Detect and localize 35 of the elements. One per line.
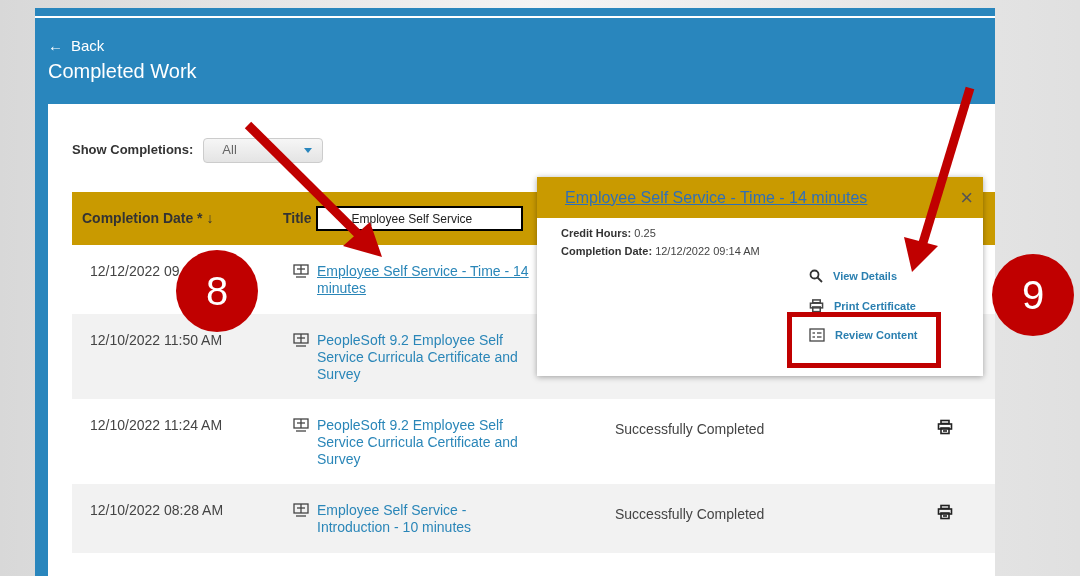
date-cell: 12/10/2022 11:50 AM [90,332,223,349]
status-cell: Successfully Completed [615,421,765,437]
detail-text: Completion Date: 12/12/2022 09:14 AM [561,244,761,259]
caret-icon [304,147,313,153]
page-title: Completed Work [48,59,197,84]
back-arrow-icon: ← [48,37,63,55]
course-title-link[interactable]: PeopleSoft 9.2 Employee Self Service Curricula Certificate and Survey [317,417,539,468]
course-icon [293,264,309,279]
action-link[interactable]: Review Content [835,327,918,344]
course-title-link[interactable]: Employee Self Service - Introduction - 10 minutes [317,502,539,536]
status-cell: Successfully Completed [615,506,765,522]
date-cell: 12/10/2022 11:24 AM [90,417,223,434]
printer-icon[interactable] [937,504,953,520]
close-button[interactable]: × [960,186,973,209]
search-icon [809,269,823,284]
date-cell: 12/10/2022 08:28 AM [90,502,224,519]
column-header: Title [283,209,312,228]
action-link[interactable]: View Details [833,268,897,285]
back-link[interactable]: ← Back [48,37,105,55]
course-title-link[interactable]: Employee Self Service - Time - 14 minutes [317,263,539,297]
column-header[interactable]: Completion Date * ↓ [72,208,283,229]
printer-icon[interactable] [937,419,953,435]
filter-label: Show Completions: [72,141,194,160]
completions-dropdown[interactable]: All [203,137,324,163]
checklist-icon [809,328,825,343]
course-title-link[interactable]: PeopleSoft 9.2 Employee Self Service Curricula Certificate and Survey [317,332,539,383]
printer-icon [809,298,824,313]
course-icon [293,503,309,518]
course-icon [293,333,309,348]
sort-arrow-icon: ↓ [206,208,214,229]
detail-text: Credit Hours: 0.25 [561,226,657,241]
course-icon [293,418,309,433]
callout-number: 9 [992,254,1074,336]
action-link[interactable]: Print Certificate [834,297,916,314]
title-filter-input[interactable]: Employee Self Service [315,206,523,231]
